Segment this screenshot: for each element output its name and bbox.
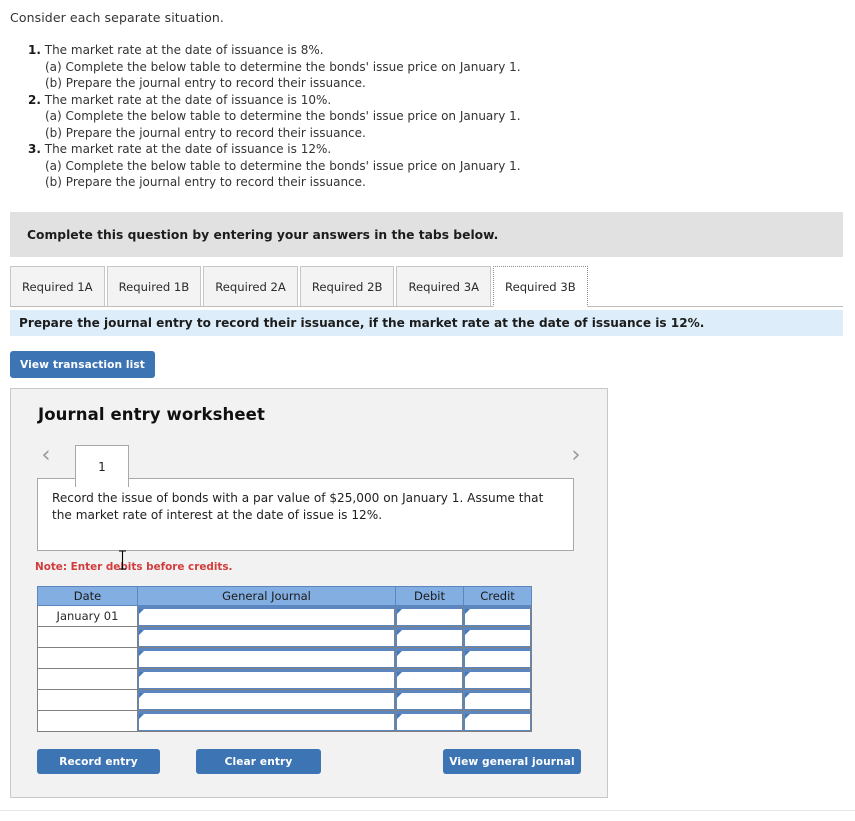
worksheet-pager: ‹ 1 › bbox=[31, 437, 589, 487]
debit-cell[interactable] bbox=[395, 668, 464, 690]
date-cell[interactable] bbox=[37, 626, 138, 648]
date-cell[interactable] bbox=[37, 647, 138, 669]
debit-cell[interactable] bbox=[395, 605, 464, 627]
general-journal-cell[interactable] bbox=[137, 626, 396, 648]
debit-input[interactable] bbox=[396, 606, 463, 626]
question-text-3: The market rate at the date of issuance … bbox=[44, 142, 332, 156]
tab-required-1b[interactable]: Required 1B bbox=[106, 266, 202, 306]
credit-cell[interactable] bbox=[463, 710, 532, 732]
general-journal-cell[interactable] bbox=[137, 668, 396, 690]
credit-input[interactable] bbox=[464, 606, 531, 626]
view-general-journal-button[interactable]: View general journal bbox=[443, 749, 581, 774]
instruction-banner-text: Complete this question by entering your … bbox=[27, 227, 499, 242]
debit-cell[interactable] bbox=[395, 710, 464, 732]
debit-input[interactable] bbox=[396, 669, 463, 689]
tab-required-2a[interactable]: Required 2A bbox=[203, 266, 298, 306]
debit-input[interactable] bbox=[396, 690, 463, 710]
credit-input[interactable] bbox=[464, 627, 531, 647]
table-row bbox=[37, 689, 532, 711]
table-row bbox=[37, 710, 532, 732]
column-header-general-journal: General Journal bbox=[137, 586, 396, 606]
worksheet-page-tab-1[interactable]: 1 bbox=[75, 445, 129, 487]
general-journal-input[interactable] bbox=[138, 627, 395, 647]
worksheet-description: Record the issue of bonds with a par val… bbox=[37, 478, 574, 551]
tab-required-1a[interactable]: Required 1A bbox=[10, 266, 105, 306]
question-2-sub-a: (a) Complete the below table to determin… bbox=[45, 109, 521, 123]
table-row: January 01 bbox=[37, 605, 532, 627]
sub-instruction-banner: Prepare the journal entry to record thei… bbox=[10, 310, 843, 336]
general-journal-cell[interactable] bbox=[137, 605, 396, 627]
tab-required-3a[interactable]: Required 3A bbox=[396, 266, 492, 306]
date-cell[interactable]: January 01 bbox=[37, 605, 138, 627]
question-text-2: The market rate at the date of issuance … bbox=[44, 92, 332, 107]
general-journal-input[interactable] bbox=[138, 711, 395, 731]
credit-cell[interactable] bbox=[463, 605, 532, 627]
debit-input[interactable] bbox=[396, 648, 463, 668]
question-1-sub-b: (b) Prepare the journal entry to record … bbox=[45, 76, 366, 90]
question-2-sub-b: (b) Prepare the journal entry to record … bbox=[45, 125, 366, 140]
journal-entry-table: Date General Journal Debit Credit Januar… bbox=[37, 586, 532, 732]
journal-entry-worksheet-panel: Journal entry worksheet ‹ 1 › Record the… bbox=[10, 388, 608, 798]
date-cell[interactable] bbox=[37, 668, 138, 690]
record-entry-button[interactable]: Record entry bbox=[37, 749, 160, 774]
debits-before-credits-note: Note: Enter debits before credits. bbox=[35, 561, 233, 573]
debit-cell[interactable] bbox=[395, 626, 464, 648]
sub-instruction-text: Prepare the journal entry to record thei… bbox=[19, 316, 705, 330]
debit-input[interactable] bbox=[396, 711, 463, 731]
bottom-divider bbox=[0, 810, 855, 811]
table-header-row: Date General Journal Debit Credit bbox=[37, 586, 532, 606]
question-3-sub-a: (a) Complete the below table to determin… bbox=[45, 158, 521, 173]
debit-input[interactable] bbox=[396, 627, 463, 647]
credit-input[interactable] bbox=[464, 648, 531, 668]
credit-input[interactable] bbox=[464, 669, 531, 689]
clear-entry-button[interactable]: Clear entry bbox=[196, 749, 321, 774]
tab-required-3b[interactable]: Required 3B bbox=[493, 266, 588, 307]
column-header-date: Date bbox=[37, 586, 138, 606]
credit-cell[interactable] bbox=[463, 647, 532, 669]
chevron-right-icon[interactable]: › bbox=[565, 441, 587, 471]
table-row bbox=[37, 626, 532, 648]
question-item-3: 3. The market rate at the date of issuan… bbox=[28, 141, 521, 158]
credit-input[interactable] bbox=[464, 711, 531, 731]
question-list: 1. The market rate at the date of issuan… bbox=[28, 42, 521, 191]
view-transaction-list-button[interactable]: View transaction list bbox=[10, 351, 155, 378]
intro-text: Consider each separate situation. bbox=[10, 10, 224, 25]
question-number-1: 1. bbox=[28, 43, 41, 57]
general-journal-input[interactable] bbox=[138, 606, 395, 626]
question-3-sub-b: (b) Prepare the journal entry to record … bbox=[45, 175, 366, 189]
general-journal-input[interactable] bbox=[138, 669, 395, 689]
column-header-debit: Debit bbox=[395, 586, 464, 606]
credit-input[interactable] bbox=[464, 690, 531, 710]
required-tabs: Required 1A Required 1B Required 2A Requ… bbox=[10, 266, 843, 307]
question-item-1: 1. The market rate at the date of issuan… bbox=[28, 42, 521, 59]
general-journal-cell[interactable] bbox=[137, 689, 396, 711]
chevron-left-icon[interactable]: ‹ bbox=[35, 441, 57, 471]
credit-cell[interactable] bbox=[463, 689, 532, 711]
question-text-1: The market rate at the date of issuance … bbox=[44, 43, 324, 57]
general-journal-cell[interactable] bbox=[137, 710, 396, 732]
table-row bbox=[37, 647, 532, 669]
general-journal-cell[interactable] bbox=[137, 647, 396, 669]
debit-cell[interactable] bbox=[395, 689, 464, 711]
debit-cell[interactable] bbox=[395, 647, 464, 669]
question-1-sub-a: (a) Complete the below table to determin… bbox=[45, 59, 521, 74]
question-number-3: 3. bbox=[28, 142, 41, 156]
table-row bbox=[37, 668, 532, 690]
date-cell[interactable] bbox=[37, 689, 138, 711]
date-cell[interactable] bbox=[37, 710, 138, 732]
column-header-credit: Credit bbox=[463, 586, 532, 606]
instruction-banner: Complete this question by entering your … bbox=[10, 212, 843, 257]
general-journal-input[interactable] bbox=[138, 690, 395, 710]
credit-cell[interactable] bbox=[463, 668, 532, 690]
question-item-2: 2. The market rate at the date of issuan… bbox=[28, 92, 521, 109]
question-number-2: 2. bbox=[28, 92, 41, 107]
general-journal-input[interactable] bbox=[138, 648, 395, 668]
tab-required-2b[interactable]: Required 2B bbox=[299, 266, 395, 306]
worksheet-title: Journal entry worksheet bbox=[38, 405, 265, 424]
credit-cell[interactable] bbox=[463, 626, 532, 648]
